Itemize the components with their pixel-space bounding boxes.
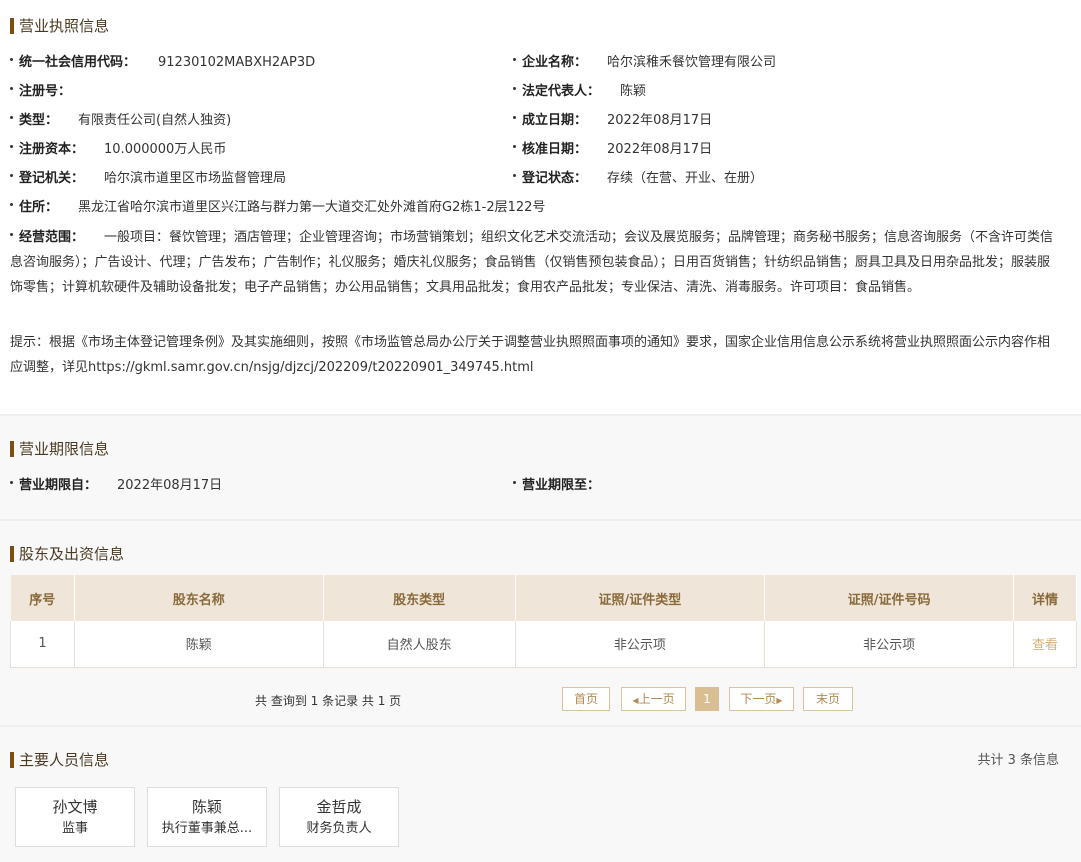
staff-section-title: 主要人员信息 [10, 750, 109, 770]
type-field: 类型： 有限责任公司(自然人独资) [10, 112, 231, 130]
table-header-row: 序号 股东名称 股东类型 证照/证件类型 证照/证件号码 详情 [10, 575, 1077, 621]
capital-value: 10.000000万人民币 [104, 142, 227, 157]
license-section-title: 营业执照信息 [10, 16, 109, 36]
address-value: 黑龙江省哈尔滨市道里区兴江路与群力第一大道交汇处外滩首府G2栋1-2层122号 [78, 200, 546, 215]
staff-role: 财务负责人 [306, 821, 372, 836]
bullet-icon [10, 203, 13, 206]
shareholders-table: 序号 股东名称 股东类型 证照/证件类型 证照/证件号码 详情 1 陈颖 自然人… [10, 575, 1077, 668]
reg-no-field: 注册号： [10, 83, 71, 101]
period-from-field: 营业期限自： 2022年08月17日 [10, 477, 222, 495]
period-section-title: 营业期限信息 [10, 439, 109, 459]
bullet-icon [10, 116, 13, 119]
bullet-icon [513, 87, 516, 90]
period-section [0, 416, 1081, 519]
company-name-value: 哈尔滨稚禾餐饮管理有限公司 [607, 55, 777, 70]
staff-total-count: 共计 3 条信息 [977, 753, 1059, 768]
type-value: 有限责任公司(自然人独资) [78, 113, 232, 128]
address-field: 住所： 黑龙江省哈尔滨市道里区兴江路与群力第一大道交汇处外滩首府G2栋1-2层12… [10, 199, 545, 217]
caret-right-icon: ▶ [776, 696, 783, 705]
pager-current-page[interactable]: 1 [695, 687, 719, 711]
column-header-cert-no: 证照/证件号码 [764, 575, 1014, 621]
authority-value: 哈尔滨市道里区市场监督管理局 [104, 171, 287, 186]
staff-name: 金哲成 [316, 798, 362, 816]
credit-code-value: 91230102MABXH2AP3D [158, 55, 316, 70]
column-header-cert-type: 证照/证件类型 [515, 575, 766, 621]
bullet-icon [10, 233, 13, 236]
approved-field: 核准日期： 2022年08月17日 [513, 141, 712, 159]
staff-card[interactable]: 陈颖 执行董事兼总... [147, 787, 267, 847]
staff-role: 监事 [61, 821, 88, 836]
table-row: 1 陈颖 自然人股东 非公示项 非公示项 查看 [10, 621, 1077, 668]
bullet-icon [513, 174, 516, 177]
view-detail-link[interactable]: 查看 [1013, 621, 1077, 668]
company-name-field: 企业名称： 哈尔滨稚禾餐饮管理有限公司 [513, 54, 776, 72]
notice-text: 提示：根据《市场主体登记管理条例》及其实施细则，按照《市场监管总局办公厅关于调整… [10, 335, 1051, 375]
legal-rep-field: 法定代表人： 陈颖 [513, 83, 646, 101]
pager-next-button[interactable]: 下一页▶ [729, 687, 794, 711]
business-scope: 经营范围： 一般项目：餐饮管理；酒店管理；企业管理咨询；市场营销策划；组织文化艺术… [10, 230, 1054, 295]
established-field: 成立日期： 2022年08月17日 [513, 112, 712, 130]
record-count-text: 共 查询到 1 条记录 共 1 页 [255, 694, 402, 708]
staff-card[interactable]: 孙文博 监事 [15, 787, 135, 847]
status-field: 登记状态： 存续（在营、开业、在册） [513, 170, 763, 188]
bullet-icon [10, 481, 13, 484]
cell-no: 1 [10, 621, 75, 668]
authority-field: 登记机关： 哈尔滨市道里区市场监督管理局 [10, 170, 286, 188]
bullet-icon [10, 145, 13, 148]
staff-name: 孙文博 [52, 798, 98, 816]
period-from-value: 2022年08月17日 [117, 478, 223, 493]
bullet-icon [513, 58, 516, 61]
business-scope-value: 一般项目：餐饮管理；酒店管理；企业管理咨询；市场营销策划；组织文化艺术交流活动；… [10, 230, 1054, 295]
staff-card[interactable]: 金哲成 财务负责人 [279, 787, 399, 847]
capital-field: 注册资本： 10.000000万人民币 [10, 141, 226, 159]
bullet-icon [10, 174, 13, 177]
approved-value: 2022年08月17日 [607, 142, 713, 157]
bullet-icon [513, 481, 516, 484]
pager-first-button[interactable]: 首页 [562, 687, 610, 711]
status-value: 存续（在营、开业、在册） [607, 171, 764, 186]
established-value: 2022年08月17日 [607, 113, 713, 128]
column-header-no: 序号 [10, 575, 75, 621]
period-to-field: 营业期限至： [513, 477, 600, 495]
cell-name: 陈颖 [74, 621, 324, 668]
column-header-name: 股东名称 [74, 575, 324, 621]
column-header-detail: 详情 [1013, 575, 1077, 621]
pager-last-button[interactable]: 末页 [803, 687, 853, 711]
credit-code-field: 统一社会信用代码： 91230102MABXH2AP3D [10, 54, 315, 72]
bullet-icon [10, 58, 13, 61]
cell-cert-no: 非公示项 [764, 621, 1014, 668]
legal-rep-value: 陈颖 [620, 84, 647, 99]
bullet-icon [10, 87, 13, 90]
staff-name: 陈颖 [191, 798, 222, 816]
bullet-icon [513, 116, 516, 119]
bullet-icon [513, 145, 516, 148]
shareholders-section-title: 股东及出资信息 [10, 544, 124, 564]
column-header-type: 股东类型 [323, 575, 516, 621]
pager-prev-button[interactable]: ◀上一页 [621, 687, 686, 711]
staff-role: 执行董事兼总... [161, 821, 253, 836]
cell-type: 自然人股东 [323, 621, 516, 668]
cell-cert-type: 非公示项 [515, 621, 766, 668]
